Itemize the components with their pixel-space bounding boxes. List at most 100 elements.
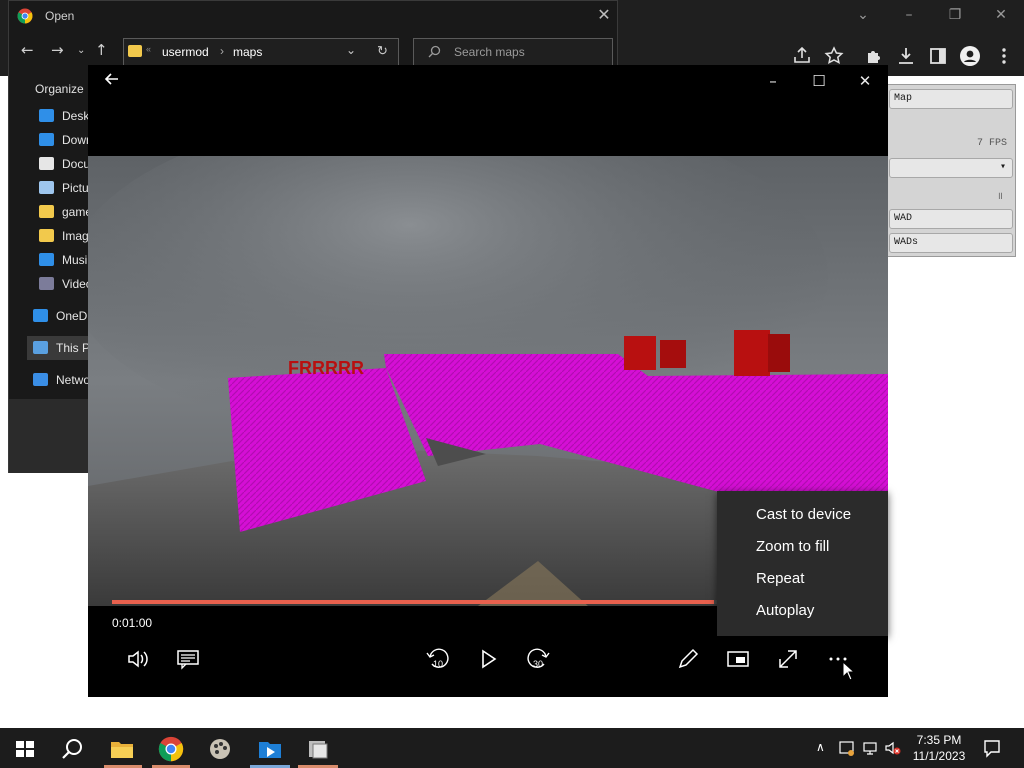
nav-item-label: Video: [62, 277, 91, 291]
chrome-logo-icon: [17, 8, 33, 24]
map-button[interactable]: Map: [889, 89, 1013, 109]
volume-icon[interactable]: [124, 645, 152, 673]
nav-item[interactable]: Down: [33, 128, 91, 152]
paint-app-icon[interactable]: [207, 736, 233, 762]
organize-menu[interactable]: Organize ▼: [35, 82, 96, 96]
seek-bar-progress: [112, 600, 714, 604]
search-icon: [428, 45, 441, 58]
load-wads-button[interactable]: WADs: [889, 233, 1013, 253]
video-icon: [39, 277, 54, 290]
nav-item-label: OneDr: [56, 309, 91, 323]
chevron-down-icon[interactable]: ⌄: [840, 4, 886, 26]
refresh-icon[interactable]: ↻: [377, 43, 388, 59]
pause-icon: ॥: [997, 192, 1003, 203]
address-dropdown-icon[interactable]: ⌄: [346, 43, 356, 57]
desktop-icon: [39, 109, 54, 122]
document-icon: [39, 157, 54, 170]
close-icon[interactable]: ✕: [978, 4, 1024, 26]
dialog-close-icon[interactable]: ✕: [593, 5, 615, 25]
search-placeholder: Search maps: [454, 45, 525, 59]
play-icon[interactable]: [474, 645, 502, 673]
network-icon: [33, 373, 48, 386]
download-icon: [39, 133, 54, 146]
breadcrumb-usermod[interactable]: usermod: [162, 45, 209, 59]
minimize-icon[interactable]: –: [886, 4, 932, 26]
settings-panel: Map 7 FPS ▾ ॥ WAD WADs: [880, 84, 1016, 257]
breadcrumb-maps[interactable]: maps: [233, 45, 262, 59]
notifications-icon[interactable]: [982, 738, 1002, 758]
fps-label: 7 FPS: [976, 138, 1007, 149]
subtitles-icon[interactable]: [174, 645, 202, 673]
this-pc-icon: [33, 341, 48, 354]
red-banner-text: FRRRRR: [288, 358, 364, 378]
nav-item[interactable]: game: [33, 200, 91, 224]
menu-item-cast-to-device[interactable]: Cast to device: [717, 499, 888, 531]
music-icon: [39, 253, 54, 266]
back-arrow-icon[interactable]: ←: [21, 41, 34, 59]
windows-start-icon[interactable]: [12, 736, 38, 762]
up-arrow-icon[interactable]: ↑: [95, 41, 108, 59]
fullscreen-icon[interactable]: [774, 645, 802, 673]
download-icon[interactable]: [894, 44, 918, 68]
menu-item-repeat[interactable]: Repeat: [717, 563, 888, 595]
nav-item[interactable]: Imag: [33, 224, 91, 248]
recent-dropdown-icon[interactable]: ⌄: [77, 45, 85, 56]
menu-item-zoom-to-fill[interactable]: Zoom to fill: [717, 531, 888, 563]
minimize-icon[interactable]: –: [758, 71, 788, 91]
nav-item[interactable]: Musi: [33, 248, 91, 272]
nav-item[interactable]: Netwo: [27, 368, 91, 392]
media-player-icon[interactable]: [257, 736, 283, 762]
system-clock[interactable]: 7:35 PM 11/1/2023: [908, 732, 970, 764]
tray-chevron-icon[interactable]: ∧: [816, 740, 825, 754]
back-icon[interactable]: [104, 71, 120, 87]
app-window-icon[interactable]: [305, 736, 331, 762]
load-wad-button[interactable]: WAD: [889, 209, 1013, 229]
skip-back-icon[interactable]: 10: [424, 645, 452, 673]
forward-arrow-icon[interactable]: →: [51, 41, 64, 59]
search-field[interactable]: Search maps: [413, 38, 613, 66]
red-cube: [624, 336, 656, 370]
skip-back-seconds: 10: [433, 659, 443, 669]
nav-item-label: Deskt: [62, 109, 91, 123]
file-explorer-icon[interactable]: [109, 736, 135, 762]
breadcrumb-separator-icon: ›: [220, 44, 224, 58]
nav-item[interactable]: Pictu: [33, 176, 91, 200]
red-cube: [768, 334, 790, 372]
network-icon[interactable]: [862, 739, 880, 757]
nav-item[interactable]: This PC: [27, 336, 91, 360]
nav-item-label: Pictu: [62, 181, 89, 195]
mini-view-icon[interactable]: [724, 645, 752, 673]
menu-item-autoplay[interactable]: Autoplay: [717, 595, 888, 627]
organize-label: Organize: [35, 82, 84, 96]
more-options-menu: Cast to device Zoom to fill Repeat Autop…: [717, 491, 888, 636]
nav-item[interactable]: Deskt: [33, 104, 91, 128]
dropdown-select[interactable]: ▾: [889, 158, 1013, 178]
tray-sync-icon[interactable]: [838, 739, 856, 757]
nav-item-label: Down: [62, 133, 91, 147]
maximize-icon[interactable]: ☐: [804, 71, 834, 91]
side-panel-icon[interactable]: [926, 44, 950, 68]
search-icon[interactable]: [60, 736, 86, 762]
wads-button-label: WADs: [894, 237, 919, 248]
nav-item[interactable]: OneDr: [27, 304, 91, 328]
nav-item[interactable]: Docu: [33, 152, 91, 176]
folder-icon: [39, 229, 54, 242]
skip-forward-seconds: 30: [533, 659, 543, 669]
dialog-footer: [9, 399, 89, 473]
address-bar[interactable]: « usermod › maps ⌄ ↻: [123, 38, 399, 66]
dropdown-arrow-icon: ▾: [999, 162, 1006, 173]
breadcrumb-overflow-icon[interactable]: «: [146, 44, 151, 54]
folder-icon: [39, 205, 54, 218]
chrome-icon[interactable]: [158, 736, 184, 762]
mouse-cursor-icon: [842, 661, 856, 681]
more-menu-icon[interactable]: [992, 44, 1016, 68]
restore-icon[interactable]: ❐: [932, 4, 978, 26]
volume-muted-icon[interactable]: [884, 739, 902, 757]
clock-date: 11/1/2023: [912, 749, 966, 763]
nav-item-label: Netwo: [56, 373, 91, 387]
skip-forward-icon[interactable]: 30: [524, 645, 552, 673]
close-icon[interactable]: ✕: [850, 71, 880, 91]
edit-pencil-icon[interactable]: [674, 645, 702, 673]
profile-icon[interactable]: [958, 44, 982, 68]
nav-item[interactable]: Video: [33, 272, 91, 296]
